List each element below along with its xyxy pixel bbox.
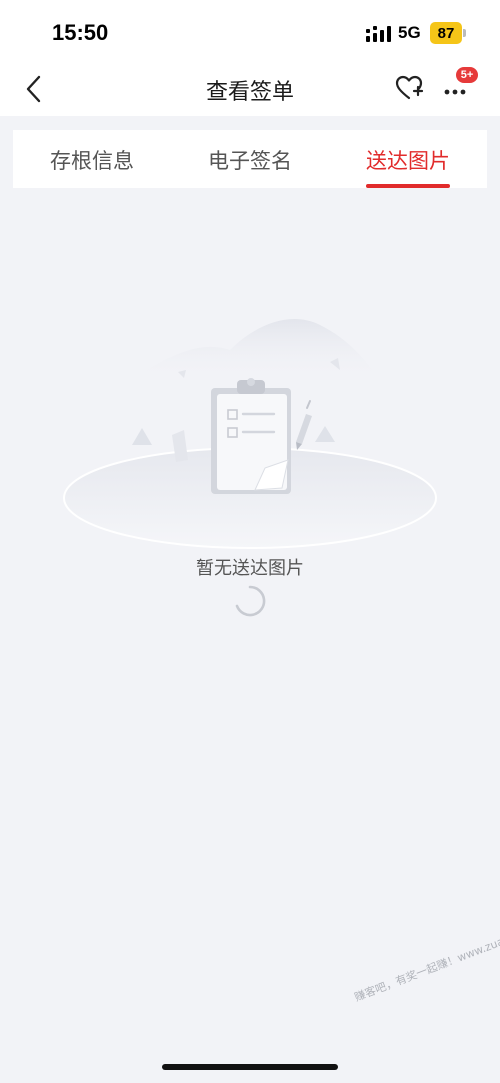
cellular-signal-icon	[366, 26, 391, 42]
tab-e-signature[interactable]: 电子签名	[171, 130, 329, 188]
tab-label: 存根信息	[50, 149, 134, 173]
loading-spinner-icon	[235, 585, 266, 617]
watermark: 赚客吧，有奖一起赚！www.zuanke8.com	[352, 915, 500, 1005]
home-indicator[interactable]	[162, 1064, 338, 1070]
clipboard-checklist-icon	[211, 378, 291, 494]
decor-arrow-left	[132, 428, 152, 445]
heart-plus-icon[interactable]	[394, 74, 424, 102]
navigation-bar: 查看签单 5+	[0, 62, 500, 116]
notification-badge: 5+	[456, 67, 478, 83]
network-type: 5G	[398, 23, 421, 42]
decor-arrow-right	[315, 426, 335, 442]
tab-stub-info[interactable]: 存根信息	[13, 130, 171, 188]
status-bar: 15:50 5G 87	[0, 0, 500, 62]
tab-label: 电子签名	[208, 149, 292, 173]
empty-state-message: 暂无送达图片	[196, 558, 304, 579]
battery-tip	[463, 29, 466, 37]
mountain-shape	[130, 319, 380, 380]
empty-state-illustration	[63, 319, 437, 549]
status-time: 15:50	[52, 20, 109, 45]
page-title: 查看签单	[205, 80, 294, 105]
tab-active-indicator	[366, 184, 450, 188]
tab-label: 送达图片	[366, 149, 450, 173]
tab-bar: 存根信息 电子签名 送达图片	[13, 130, 487, 188]
battery-level: 87	[437, 24, 455, 42]
pen-icon	[296, 400, 312, 450]
tab-delivery-images[interactable]: 送达图片	[329, 130, 487, 188]
battery-indicator: 87	[430, 22, 462, 44]
